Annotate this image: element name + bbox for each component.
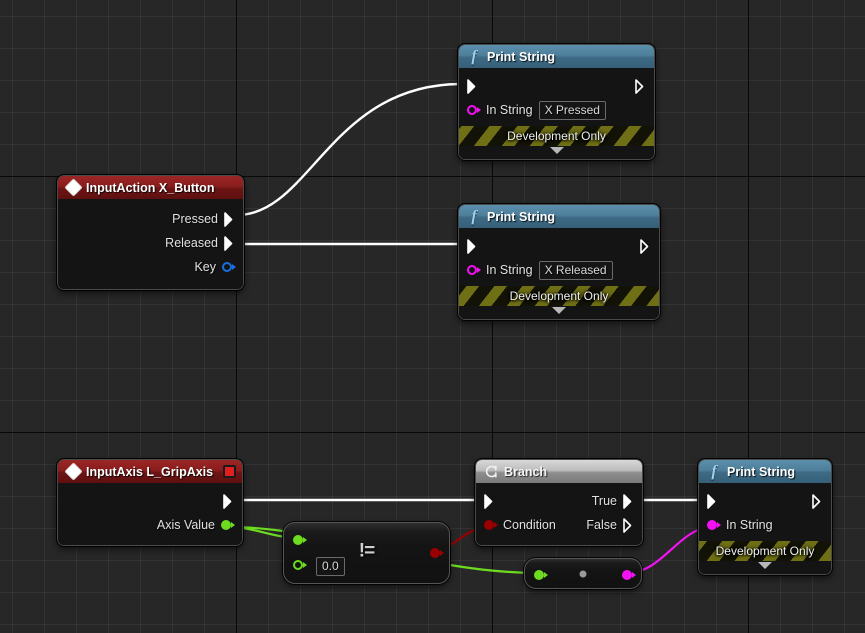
exec-pin-out[interactable] xyxy=(812,493,823,509)
not-equal-operator-glyph: != xyxy=(358,540,375,562)
exec-pin-pressed[interactable] xyxy=(224,211,235,227)
node-title: Print String xyxy=(487,209,556,224)
pin-label-in-string: In String xyxy=(726,518,773,532)
node-title: Print String xyxy=(727,464,796,479)
conversion-dot-icon xyxy=(579,570,587,577)
development-only-label: Development Only xyxy=(507,129,606,143)
development-only-banner: Development Only xyxy=(699,541,831,561)
node-not-equal-float[interactable]: 0.0 != xyxy=(283,522,450,584)
node-title: InputAction X_Button xyxy=(86,180,215,195)
branch-flow-icon xyxy=(483,464,499,480)
pin-row-condition-false[interactable]: Condition False xyxy=(476,513,642,537)
pin-row-exec-out[interactable] xyxy=(58,489,242,513)
event-diamond-icon xyxy=(63,178,83,197)
exec-pin-in[interactable] xyxy=(467,238,478,254)
pin-row-axis-value[interactable]: Axis Value xyxy=(58,513,242,537)
pin-row-exec-true[interactable]: True xyxy=(476,489,642,513)
exec-pin-false[interactable] xyxy=(623,517,634,533)
expand-advanced-pins-button[interactable] xyxy=(459,146,654,159)
pin-row-in-string[interactable]: In String xyxy=(699,513,831,537)
data-pin-condition[interactable] xyxy=(484,520,498,531)
data-pin-axis-value[interactable] xyxy=(221,520,235,531)
development-only-banner: Development Only xyxy=(459,126,654,146)
exec-pin-released[interactable] xyxy=(224,235,235,251)
node-title: Print String xyxy=(487,49,556,64)
data-pin-conversion-input[interactable] xyxy=(534,569,548,580)
exec-pin-true[interactable] xyxy=(623,493,634,509)
pin-label-condition: Condition xyxy=(503,518,556,532)
expand-advanced-pins-button[interactable] xyxy=(699,561,831,574)
node-title: InputAxis L_GripAxis xyxy=(86,464,214,479)
red-square-badge xyxy=(223,465,236,478)
node-print-string-axis[interactable]: f Print String In String Development Onl… xyxy=(698,459,832,575)
node-float-to-string-conversion[interactable] xyxy=(524,558,642,589)
pin-label-axis-value: Axis Value xyxy=(156,518,215,532)
pin-label-false: False xyxy=(586,518,617,532)
data-pin-in-string[interactable] xyxy=(467,105,481,116)
wire-pressed-to-print-pressed xyxy=(235,82,462,217)
node-header-inputaxis[interactable]: InputAxis L_GripAxis xyxy=(58,460,242,483)
pin-row-pressed[interactable]: Pressed xyxy=(58,207,243,231)
development-only-label: Development Only xyxy=(509,289,609,303)
blueprint-graph-canvas[interactable]: InputAction X_Button Pressed Released Ke… xyxy=(0,0,865,633)
data-pin-conversion-output[interactable] xyxy=(622,569,636,580)
pin-row-key[interactable]: Key xyxy=(58,255,243,279)
pin-row-in-string[interactable]: In String X Pressed xyxy=(459,98,654,122)
pin-label-key: Key xyxy=(194,260,216,274)
node-print-string-released[interactable]: f Print String In String X Released Deve… xyxy=(458,204,660,320)
in-string-value-input[interactable]: X Released xyxy=(538,260,613,280)
pin-label-released: Released xyxy=(165,236,218,250)
data-pin-in-string[interactable] xyxy=(467,265,481,276)
exec-pin-in[interactable] xyxy=(484,493,495,509)
function-f-icon: f xyxy=(471,207,477,225)
not-equal-input-b-value[interactable]: 0.0 xyxy=(316,557,345,576)
node-branch[interactable]: Branch True Condition False xyxy=(475,459,643,546)
pin-row-exec[interactable] xyxy=(459,234,659,258)
data-pin-key-struct[interactable] xyxy=(222,262,236,273)
pin-label-in-string: In String xyxy=(486,103,533,117)
pin-row-exec[interactable] xyxy=(699,489,831,513)
node-inputaction-x-button[interactable]: InputAction X_Button Pressed Released Ke… xyxy=(57,175,244,290)
node-header-print-string-released[interactable]: f Print String xyxy=(459,205,659,228)
data-pin-in-string[interactable] xyxy=(707,520,721,531)
event-diamond-icon xyxy=(63,462,83,481)
data-pin-not-equal-input-a[interactable] xyxy=(293,534,307,545)
node-header-print-string-pressed[interactable]: f Print String xyxy=(459,45,654,68)
pin-label-true: True xyxy=(591,494,617,508)
node-print-string-pressed[interactable]: f Print String In String X Pressed Devel… xyxy=(458,44,655,160)
pin-label-in-string: In String xyxy=(486,263,533,277)
node-header-branch[interactable]: Branch xyxy=(476,460,642,483)
pin-row-exec[interactable] xyxy=(459,74,654,98)
pin-row-released[interactable]: Released xyxy=(58,231,243,255)
pin-row-in-string[interactable]: In String X Released xyxy=(459,258,659,282)
node-inputaxis-l-gripaxis[interactable]: InputAxis L_GripAxis Axis Value xyxy=(57,459,243,546)
data-pin-not-equal-output[interactable] xyxy=(430,547,444,558)
data-pin-not-equal-input-b[interactable] xyxy=(293,559,307,570)
expand-advanced-pins-button[interactable] xyxy=(459,306,659,319)
development-only-label: Development Only xyxy=(715,544,815,558)
exec-pin-in[interactable] xyxy=(467,78,478,94)
node-header-print-string-axis[interactable]: f Print String xyxy=(699,460,831,483)
function-f-icon: f xyxy=(471,47,477,65)
node-title: Branch xyxy=(504,464,548,479)
exec-pin-in[interactable] xyxy=(707,493,718,509)
development-only-banner: Development Only xyxy=(459,286,659,306)
in-string-value-input[interactable]: X Pressed xyxy=(538,100,606,120)
exec-pin-out[interactable] xyxy=(223,493,234,509)
exec-pin-out[interactable] xyxy=(635,78,646,94)
node-header-inputaction[interactable]: InputAction X_Button xyxy=(58,176,243,199)
exec-pin-out[interactable] xyxy=(640,238,651,254)
function-f-icon: f xyxy=(711,462,717,480)
pin-label-pressed: Pressed xyxy=(172,212,218,226)
